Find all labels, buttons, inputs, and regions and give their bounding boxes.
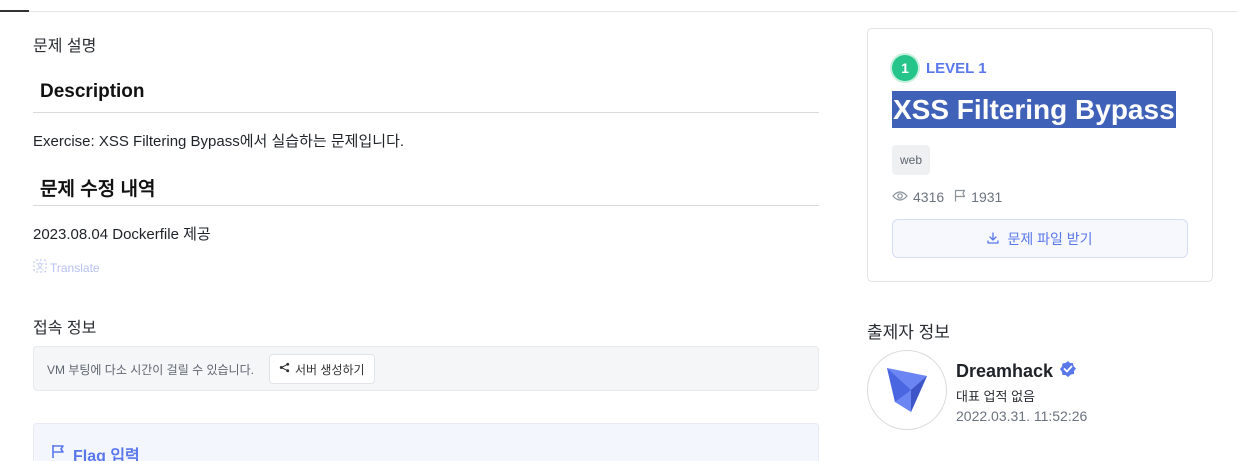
author-name-row: Dreamhack <box>956 360 1077 383</box>
translate-icon: 文 <box>33 259 47 276</box>
share-icon <box>279 362 290 376</box>
connection-section-title: 접속 정보 <box>33 320 97 337</box>
level-badge: 1 LEVEL 1 <box>892 55 987 81</box>
download-files-button[interactable]: 문제 파일 받기 <box>892 219 1188 258</box>
vm-notice: VM 부팅에 다소 시간이 걸릴 수 있습니다. <box>47 363 254 377</box>
challenge-title-wrap: XSS Filtering Bypass <box>892 91 1176 128</box>
eye-icon <box>892 189 908 205</box>
challenge-stats: 4316 1931 <box>892 189 1002 205</box>
author-section-title: 출제자 정보 <box>867 323 950 342</box>
views-count: 4316 <box>913 189 945 205</box>
views-stat: 4316 <box>892 189 944 205</box>
author-date: 2022.03.31. 11:52:26 <box>956 408 1088 424</box>
author-avatar[interactable] <box>867 350 947 430</box>
create-server-button[interactable]: 서버 생성하기 <box>269 354 375 384</box>
description-text: Exercise: XSS Filtering Bypass에서 실습하는 문제… <box>33 133 405 150</box>
revision-divider <box>33 205 819 206</box>
description-heading: Description <box>40 81 145 102</box>
translate-label: Translate <box>50 260 100 275</box>
flag-input-label: Flag 입력 <box>51 442 140 461</box>
challenge-title: XSS Filtering Bypass <box>892 91 1176 128</box>
challenge-info-card: 1 LEVEL 1 XSS Filtering Bypass web 4316 … <box>867 28 1213 282</box>
svg-text:文: 文 <box>36 261 44 271</box>
revision-text: 2023.08.04 Dockerfile 제공 <box>33 226 211 243</box>
dreamhack-logo <box>887 368 927 412</box>
active-tab-indicator <box>0 10 29 12</box>
translate-button[interactable]: 文 Translate <box>33 259 100 276</box>
author-achievement: 대표 업적 없음 <box>956 389 1035 404</box>
flag-input-box[interactable]: Flag 입력 <box>33 423 819 461</box>
solves-count: 1931 <box>971 189 1003 205</box>
level-label: LEVEL 1 <box>926 59 987 77</box>
revision-heading: 문제 수정 내역 <box>40 179 156 200</box>
download-label: 문제 파일 받기 <box>1007 230 1093 247</box>
solves-stat: 1931 <box>954 189 1002 205</box>
flag-outline-icon <box>954 189 966 205</box>
flag-label-text: Flag 입력 <box>73 448 140 461</box>
category-tag[interactable]: web <box>892 145 931 175</box>
top-divider <box>0 11 1237 12</box>
author-name[interactable]: Dreamhack <box>956 361 1053 382</box>
level-number: 1 <box>892 55 918 81</box>
verified-badge-icon <box>1059 360 1077 383</box>
problem-section-title: 문제 설명 <box>33 38 97 55</box>
download-icon <box>987 231 1000 247</box>
flag-icon <box>51 444 65 461</box>
vm-info-box: VM 부팅에 다소 시간이 걸릴 수 있습니다. 서버 생성하기 <box>33 346 819 391</box>
create-server-label: 서버 생성하기 <box>295 362 365 377</box>
description-divider <box>33 112 819 113</box>
